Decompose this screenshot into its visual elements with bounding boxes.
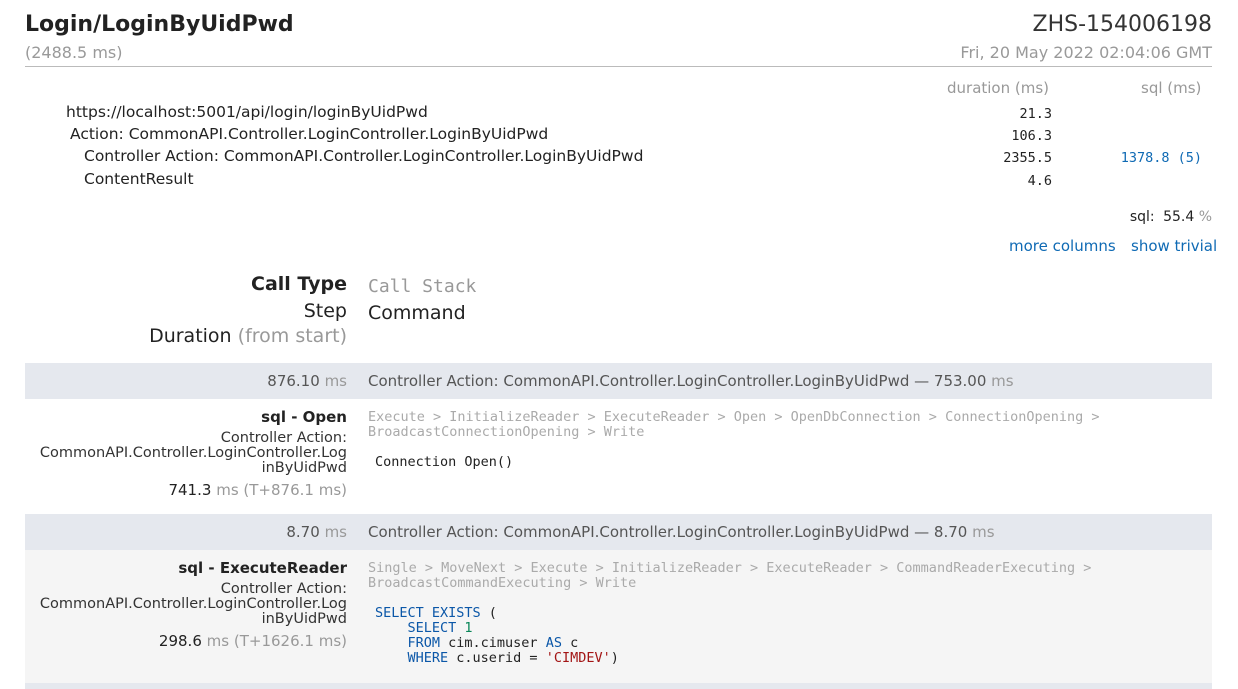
sql-keyword: SELECT: [407, 620, 457, 636]
sql-percentage-value: 55.4: [1163, 209, 1195, 225]
total-duration: (2488.5 ms): [25, 43, 123, 62]
timing-duration: 4.6: [1027, 173, 1052, 189]
sql-string: 'CIMDEV': [545, 650, 611, 666]
sql-text: cim.cimuser: [440, 635, 546, 651]
band-time-unit: ms: [324, 372, 347, 390]
query-call-type: sql - Open: [261, 408, 347, 426]
sql-keyword: AS: [545, 635, 562, 651]
col-header-call-type: Call Type: [251, 273, 347, 295]
timing-duration: 2355.5: [1003, 150, 1052, 166]
band-title-unit: ms: [991, 372, 1014, 390]
timing-duration: 21.3: [1019, 106, 1052, 122]
query-duration-unit: ms: [206, 632, 230, 650]
band-title-unit: ms: [972, 523, 995, 541]
sql-keyword: FROM: [407, 635, 441, 651]
show-trivial-link[interactable]: show trivial: [1131, 237, 1217, 255]
sql-number: 1: [456, 620, 473, 636]
query-command[interactable]: Connection Open(): [375, 455, 513, 470]
timing-duration: 106.3: [1011, 128, 1052, 144]
sql-text: c: [561, 635, 579, 651]
call-stack-line: BroadcastCommandExecuting > Write: [368, 575, 637, 591]
sql-text: ): [610, 650, 619, 666]
band-time-value: 876.10: [267, 372, 320, 390]
query-step-line: inByUidPwd: [261, 460, 347, 476]
query-duration: 741.3 ms (T+876.1 ms): [25, 481, 347, 499]
page-title: Login/LoginByUidPwd: [25, 12, 294, 37]
timing-sql-link[interactable]: 1378.8 (5): [1062, 150, 1202, 166]
header-divider: [25, 66, 1212, 67]
from-start-label: (from start): [237, 325, 347, 347]
col-header-duration: duration (ms): [947, 79, 1050, 97]
col-header-step: Step: [303, 300, 347, 322]
machine-name: ZHS-154006198: [1032, 12, 1213, 37]
sql-keyword: SELECT EXISTS: [375, 605, 481, 621]
timing-name[interactable]: Controller Action: CommonAPI.Controller.…: [84, 147, 643, 165]
sql-percentage: sql: 55.4 %: [1130, 209, 1212, 225]
duration-label: Duration: [149, 325, 232, 347]
more-columns-link[interactable]: more columns: [1009, 237, 1116, 255]
col-header-call-stack: Call Stack: [368, 276, 477, 297]
band-time: 8.70 ms: [25, 523, 347, 541]
query-duration-value: 298.6: [158, 632, 202, 650]
call-stack-line: BroadcastConnectionOpening > Write: [368, 424, 645, 440]
sql-line[interactable]: SELECT 1: [375, 621, 473, 636]
sql-text: c.userid =: [448, 650, 546, 666]
timing-group-band: [25, 683, 1212, 689]
started-timestamp: Fri, 20 May 2022 02:04:06 GMT: [960, 43, 1212, 62]
band-time: 876.10 ms: [25, 372, 347, 390]
query-duration: 298.6 ms (T+1626.1 ms): [25, 632, 347, 650]
col-header-command: Command: [368, 302, 466, 324]
query-step-line: CommonAPI.Controller.LoginController.Log: [39, 596, 347, 612]
col-header-sql: sql (ms): [1141, 79, 1202, 97]
query-step-line: CommonAPI.Controller.LoginController.Log: [39, 445, 347, 461]
call-stack-line: Single > MoveNext > Execute > Initialize…: [368, 560, 1092, 576]
band-time-value: 8.70: [286, 523, 320, 541]
band-title-text: Controller Action: CommonAPI.Controller.…: [368, 372, 987, 390]
band-time-unit: ms: [324, 523, 347, 541]
query-from-start: (T+876.1 ms): [243, 481, 347, 499]
query-step-line: inByUidPwd: [261, 611, 347, 627]
sql-text: (: [480, 605, 497, 621]
call-stack-line: Execute > InitializeReader > ExecuteRead…: [368, 409, 1100, 425]
sql-line[interactable]: SELECT EXISTS (: [375, 606, 497, 621]
band-title: Controller Action: CommonAPI.Controller.…: [368, 372, 1014, 390]
sql-percentage-unit: %: [1198, 209, 1212, 225]
timing-name[interactable]: Action: CommonAPI.Controller.LoginContro…: [70, 125, 548, 143]
sql-line[interactable]: WHERE c.userid = 'CIMDEV'): [375, 651, 619, 666]
query-step-line: Controller Action:: [220, 581, 347, 597]
band-title-text: Controller Action: CommonAPI.Controller.…: [368, 523, 968, 541]
sql-percentage-label: sql:: [1129, 209, 1155, 225]
query-call-type: sql - ExecuteReader: [178, 559, 347, 577]
query-from-start: (T+1626.1 ms): [233, 632, 347, 650]
sql-keyword: WHERE: [407, 650, 449, 666]
col-header-duration-from-start: Duration (from start): [17, 325, 347, 347]
timing-name[interactable]: https://localhost:5001/api/login/loginBy…: [66, 103, 428, 121]
band-title: Controller Action: CommonAPI.Controller.…: [368, 523, 995, 541]
query-duration-value: 741.3: [168, 481, 212, 499]
query-step-line: Controller Action:: [220, 430, 347, 446]
sql-line[interactable]: FROM cim.cimuser AS c: [375, 635, 579, 651]
query-duration-unit: ms: [216, 481, 239, 499]
timing-name[interactable]: ContentResult: [84, 170, 194, 188]
